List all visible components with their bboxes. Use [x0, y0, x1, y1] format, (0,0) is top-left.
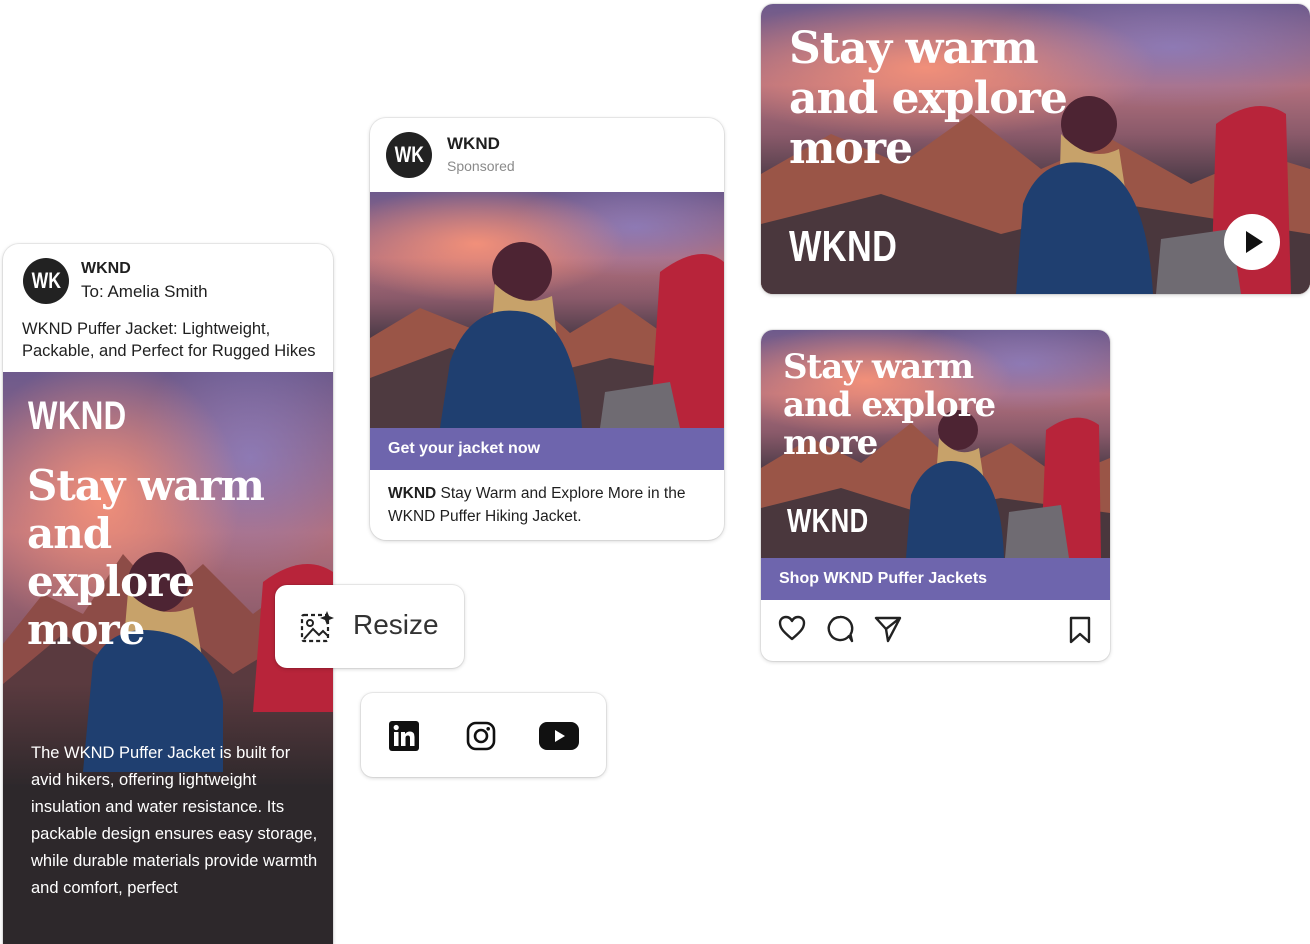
play-icon	[1246, 231, 1263, 253]
instagram-icon[interactable]	[466, 721, 496, 751]
social-channel-picker	[361, 693, 606, 777]
post-brand-logo: WKND	[787, 502, 869, 539]
instagram-post-card[interactable]: Stay warm and explore more WKND Shop WKN…	[761, 330, 1110, 661]
sender-name: WKND	[81, 260, 131, 277]
avatar: WK	[386, 132, 432, 178]
sponsored-post-card[interactable]: WK WKND Sponsored Get your jacket now WK…	[370, 118, 724, 540]
resize-button[interactable]: Resize	[275, 585, 464, 668]
banner-brand-logo: WKND	[789, 222, 898, 271]
youtube-icon[interactable]	[539, 721, 579, 751]
share-icon[interactable]	[873, 614, 903, 644]
heart-icon[interactable]	[777, 614, 807, 642]
bookmark-icon[interactable]	[1068, 616, 1092, 644]
cta-get-jacket-button[interactable]: Get your jacket now	[370, 428, 724, 470]
hero-headline: Stay warm and explore more	[27, 461, 265, 654]
linkedin-icon[interactable]	[389, 721, 419, 751]
resize-label: Resize	[353, 609, 439, 640]
shop-jackets-button[interactable]: Shop WKND Puffer Jackets	[761, 558, 1110, 600]
play-button[interactable]	[1224, 214, 1280, 270]
video-ad-banner[interactable]: Stay warm and explore more WKND	[761, 4, 1310, 294]
resize-ai-icon	[300, 611, 334, 643]
recipient-line: To: Amelia Smith	[81, 282, 208, 301]
email-subject: WKND Puffer Jacket: Lightweight, Packabl…	[22, 320, 316, 360]
comment-icon[interactable]	[825, 614, 855, 644]
post-image	[370, 192, 724, 428]
hero-brand-logo: WKND	[28, 394, 127, 438]
sponsored-label: Sponsored	[447, 158, 515, 174]
banner-headline: Stay warm and explore more	[789, 23, 1068, 174]
avatar: WK	[23, 258, 69, 304]
sponsor-name: WKND	[447, 134, 500, 153]
post-headline: Stay warm and explore more	[783, 347, 996, 463]
email-body-text: The WKND Puffer Jacket is built for avid…	[31, 744, 318, 897]
post-caption: WKND Stay Warm and Explore More in the W…	[388, 485, 686, 525]
